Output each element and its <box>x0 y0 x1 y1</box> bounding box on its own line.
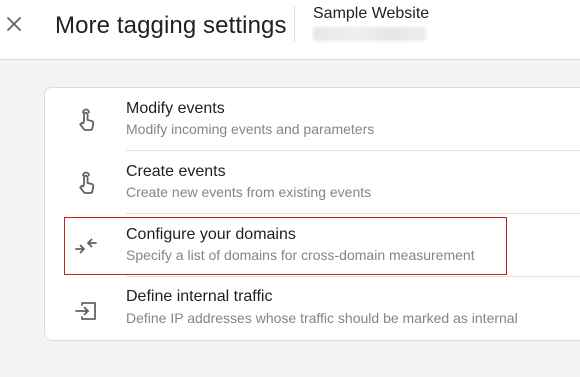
site-name: Sample Website <box>313 5 430 22</box>
setting-modify-events[interactable]: Modify events Modify incoming events and… <box>45 88 580 151</box>
setting-label: Create events <box>126 163 226 180</box>
setting-description: Specify a list of domains for cross-doma… <box>126 247 475 263</box>
touch-icon <box>79 171 95 194</box>
setting-description: Modify incoming events and parameters <box>126 121 375 137</box>
header-divider <box>294 6 295 42</box>
setting-internal-traffic[interactable]: Define internal traffic Define IP addres… <box>45 277 580 340</box>
settings-card: Modify events Modify incoming events and… <box>44 87 580 341</box>
setting-create-events[interactable]: Create events Create new events from exi… <box>45 151 580 214</box>
close-button[interactable] <box>2 12 26 36</box>
header: More tagging settings Sample Website <box>0 0 580 60</box>
page-title: More tagging settings <box>55 12 287 39</box>
touch-icon <box>79 108 95 131</box>
arrows-inward-icon <box>75 238 97 254</box>
setting-label: Configure your domains <box>126 226 296 243</box>
setting-description: Define IP addresses whose traffic should… <box>126 310 518 326</box>
setting-label: Define internal traffic <box>126 288 273 305</box>
setting-configure-domains[interactable]: Configure your domains Specify a list of… <box>45 214 580 277</box>
redacted-site-id <box>313 27 426 41</box>
input-icon <box>75 302 96 320</box>
setting-description: Create new events from existing events <box>126 184 372 200</box>
setting-label: Modify events <box>126 100 225 117</box>
close-icon[interactable] <box>2 12 26 36</box>
